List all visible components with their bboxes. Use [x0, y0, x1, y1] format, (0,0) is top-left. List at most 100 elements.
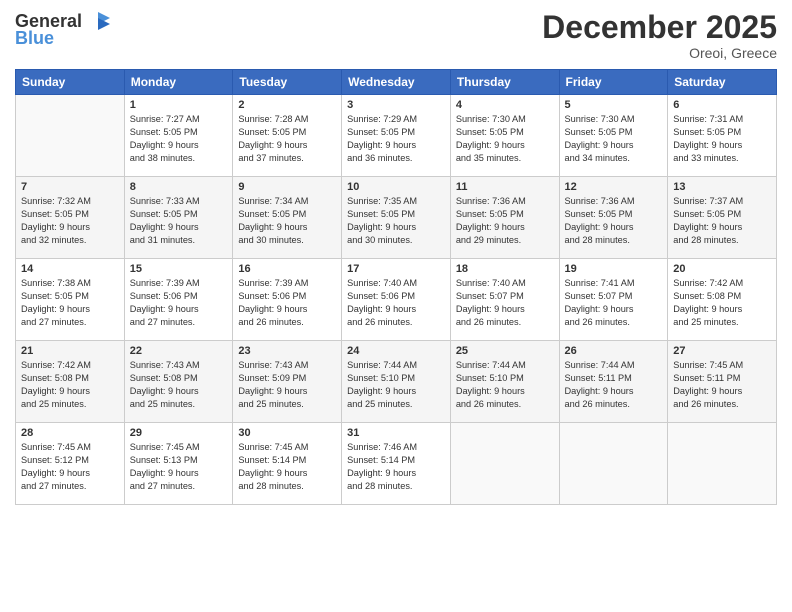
calendar-cell: 30 Sunrise: 7:45 AMSunset: 5:14 PMDayligh…: [233, 423, 342, 505]
calendar-cell: 1Sunrise: 7:27 AMSunset: 5:05 PMDaylight…: [124, 95, 233, 177]
day-number: 25: [456, 345, 554, 357]
day-number: 22: [130, 345, 228, 357]
day-number: 24: [347, 345, 445, 357]
day-info: Sunrise: 7:30 AMSunset: 5:05 PMDaylight:…: [565, 113, 663, 165]
header-cell-sunday: Sunday: [16, 70, 125, 95]
calendar-cell: 6Sunrise: 7:31 AMSunset: 5:05 PMDaylight…: [668, 95, 777, 177]
calendar-cell: 15 Sunrise: 7:39 AMSunset: 5:06 PMDayligh…: [124, 259, 233, 341]
day-number: 23: [238, 345, 336, 357]
calendar-cell: [16, 95, 125, 177]
day-number: 15: [130, 263, 228, 275]
day-number: 11: [456, 181, 554, 193]
calendar-cell: [450, 423, 559, 505]
calendar-cell: 19Sunrise: 7:41 AMSunset: 5:07 PMDayligh…: [559, 259, 668, 341]
day-number: 1: [130, 99, 228, 111]
header-cell-monday: Monday: [124, 70, 233, 95]
day-info: Sunrise: 7:35 AMSunset: 5:05 PMDaylight:…: [347, 195, 445, 247]
day-number: 29: [130, 427, 228, 439]
calendar-cell: 13 Sunrise: 7:37 AMSunset: 5:05 PMDayligh…: [668, 177, 777, 259]
day-info: Sunrise: 7:39 AMSunset: 5:06 PMDaylight:…: [130, 277, 228, 329]
logo: General Blue: [15, 10, 112, 49]
day-number: 4: [456, 99, 554, 111]
calendar-cell: 18 Sunrise: 7:40 AMSunset: 5:07 PMDayligh…: [450, 259, 559, 341]
day-number: 10: [347, 181, 445, 193]
calendar-cell: 5 Sunrise: 7:30 AMSunset: 5:05 PMDaylight…: [559, 95, 668, 177]
day-info: Sunrise: 7:46 AMSunset: 5:14 PMDaylight:…: [347, 441, 445, 493]
day-number: 28: [21, 427, 119, 439]
header-cell-friday: Friday: [559, 70, 668, 95]
day-number: 31: [347, 427, 445, 439]
day-info: Sunrise: 7:44 AMSunset: 5:10 PMDaylight:…: [347, 359, 445, 411]
day-info: Sunrise: 7:33 AMSunset: 5:05 PMDaylight:…: [130, 195, 228, 247]
header-cell-saturday: Saturday: [668, 70, 777, 95]
week-row-1: 1Sunrise: 7:27 AMSunset: 5:05 PMDaylight…: [16, 95, 777, 177]
day-info: Sunrise: 7:29 AMSunset: 5:05 PMDaylight:…: [347, 113, 445, 165]
day-info: Sunrise: 7:36 AMSunset: 5:05 PMDaylight:…: [565, 195, 663, 247]
calendar-cell: 25 Sunrise: 7:44 AMSunset: 5:10 PMDayligh…: [450, 341, 559, 423]
day-number: 7: [21, 181, 119, 193]
day-number: 14: [21, 263, 119, 275]
day-info: Sunrise: 7:43 AMSunset: 5:08 PMDaylight:…: [130, 359, 228, 411]
week-row-3: 14 Sunrise: 7:38 AMSunset: 5:05 PMDayligh…: [16, 259, 777, 341]
day-number: 13: [673, 181, 771, 193]
day-info: Sunrise: 7:40 AMSunset: 5:07 PMDaylight:…: [456, 277, 554, 329]
day-info: Sunrise: 7:45 AMSunset: 5:14 PMDaylight:…: [238, 441, 336, 493]
calendar-cell: 29 Sunrise: 7:45 AMSunset: 5:13 PMDayligh…: [124, 423, 233, 505]
day-info: Sunrise: 7:28 AMSunset: 5:05 PMDaylight:…: [238, 113, 336, 165]
calendar-cell: 22 Sunrise: 7:43 AMSunset: 5:08 PMDayligh…: [124, 341, 233, 423]
calendar-cell: 24 Sunrise: 7:44 AMSunset: 5:10 PMDayligh…: [342, 341, 451, 423]
day-info: Sunrise: 7:45 AMSunset: 5:13 PMDaylight:…: [130, 441, 228, 493]
week-row-4: 21 Sunrise: 7:42 AMSunset: 5:08 PMDayligh…: [16, 341, 777, 423]
day-number: 5: [565, 99, 663, 111]
day-info: Sunrise: 7:45 AMSunset: 5:12 PMDaylight:…: [21, 441, 119, 493]
calendar-cell: 8 Sunrise: 7:33 AMSunset: 5:05 PMDaylight…: [124, 177, 233, 259]
calendar-cell: 4Sunrise: 7:30 AMSunset: 5:05 PMDaylight…: [450, 95, 559, 177]
header-cell-wednesday: Wednesday: [342, 70, 451, 95]
logo-blue: Blue: [15, 28, 54, 49]
calendar-cell: [668, 423, 777, 505]
calendar-cell: 9 Sunrise: 7:34 AMSunset: 5:05 PMDaylight…: [233, 177, 342, 259]
day-number: 26: [565, 345, 663, 357]
week-row-5: 28 Sunrise: 7:45 AMSunset: 5:12 PMDayligh…: [16, 423, 777, 505]
calendar-cell: [559, 423, 668, 505]
week-row-2: 7 Sunrise: 7:32 AMSunset: 5:05 PMDaylight…: [16, 177, 777, 259]
day-info: Sunrise: 7:34 AMSunset: 5:05 PMDaylight:…: [238, 195, 336, 247]
day-number: 12: [565, 181, 663, 193]
day-info: Sunrise: 7:45 AMSunset: 5:11 PMDaylight:…: [673, 359, 771, 411]
header-row: SundayMondayTuesdayWednesdayThursdayFrid…: [16, 70, 777, 95]
day-number: 9: [238, 181, 336, 193]
day-number: 19: [565, 263, 663, 275]
day-number: 16: [238, 263, 336, 275]
day-number: 30: [238, 427, 336, 439]
day-info: Sunrise: 7:39 AMSunset: 5:06 PMDaylight:…: [238, 277, 336, 329]
day-info: Sunrise: 7:37 AMSunset: 5:05 PMDaylight:…: [673, 195, 771, 247]
day-info: Sunrise: 7:44 AMSunset: 5:11 PMDaylight:…: [565, 359, 663, 411]
calendar-cell: 21 Sunrise: 7:42 AMSunset: 5:08 PMDayligh…: [16, 341, 125, 423]
day-number: 8: [130, 181, 228, 193]
calendar-cell: 28 Sunrise: 7:45 AMSunset: 5:12 PMDayligh…: [16, 423, 125, 505]
day-number: 27: [673, 345, 771, 357]
day-info: Sunrise: 7:31 AMSunset: 5:05 PMDaylight:…: [673, 113, 771, 165]
calendar-cell: 11 Sunrise: 7:36 AMSunset: 5:05 PMDayligh…: [450, 177, 559, 259]
day-number: 21: [21, 345, 119, 357]
day-info: Sunrise: 7:43 AMSunset: 5:09 PMDaylight:…: [238, 359, 336, 411]
calendar-cell: 31 Sunrise: 7:46 AMSunset: 5:14 PMDayligh…: [342, 423, 451, 505]
day-info: Sunrise: 7:32 AMSunset: 5:05 PMDaylight:…: [21, 195, 119, 247]
day-number: 3: [347, 99, 445, 111]
day-number: 18: [456, 263, 554, 275]
day-info: Sunrise: 7:38 AMSunset: 5:05 PMDaylight:…: [21, 277, 119, 329]
calendar-cell: 16 Sunrise: 7:39 AMSunset: 5:06 PMDayligh…: [233, 259, 342, 341]
day-info: Sunrise: 7:36 AMSunset: 5:05 PMDaylight:…: [456, 195, 554, 247]
calendar-cell: 17Sunrise: 7:40 AMSunset: 5:06 PMDayligh…: [342, 259, 451, 341]
header: General Blue December 2025 Oreoi, Greece: [15, 10, 777, 61]
calendar-cell: 20Sunrise: 7:42 AMSunset: 5:08 PMDayligh…: [668, 259, 777, 341]
calendar-cell: 12 Sunrise: 7:36 AMSunset: 5:05 PMDayligh…: [559, 177, 668, 259]
header-cell-tuesday: Tuesday: [233, 70, 342, 95]
day-number: 2: [238, 99, 336, 111]
calendar-cell: 10 Sunrise: 7:35 AMSunset: 5:05 PMDayligh…: [342, 177, 451, 259]
day-info: Sunrise: 7:44 AMSunset: 5:10 PMDaylight:…: [456, 359, 554, 411]
day-info: Sunrise: 7:42 AMSunset: 5:08 PMDaylight:…: [21, 359, 119, 411]
calendar-cell: 7 Sunrise: 7:32 AMSunset: 5:05 PMDaylight…: [16, 177, 125, 259]
day-info: Sunrise: 7:40 AMSunset: 5:06 PMDaylight:…: [347, 277, 445, 329]
logo-flag-icon: [84, 10, 112, 32]
